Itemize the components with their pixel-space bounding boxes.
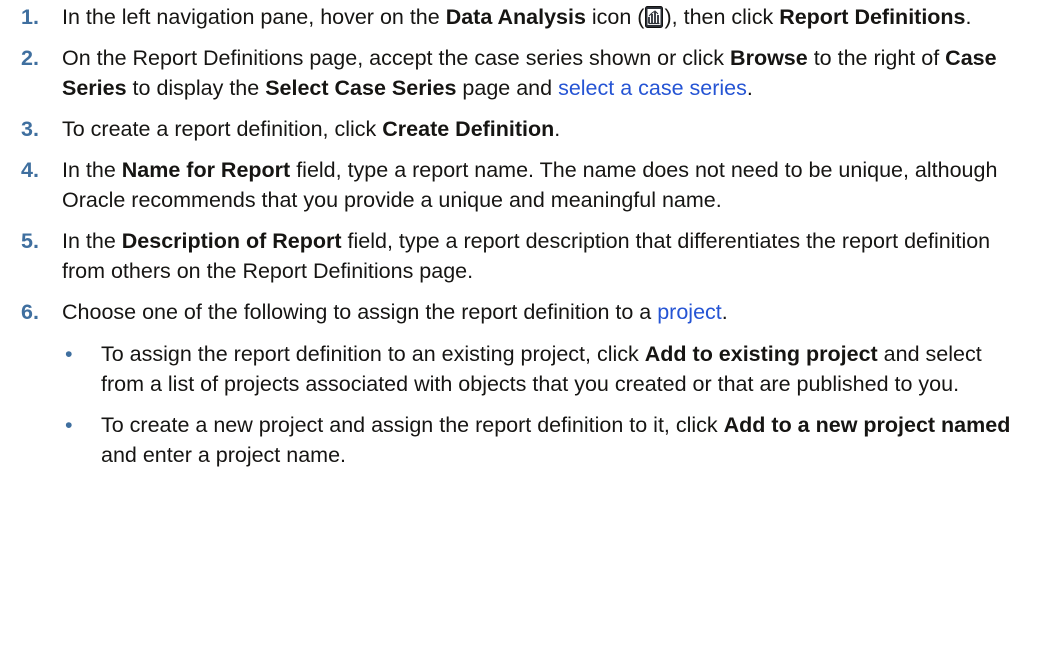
- step-text: In the Name for Report field, type a rep…: [62, 158, 998, 212]
- option-list: • To assign the report definition to an …: [62, 339, 1029, 470]
- bullet-text: To assign the report definition to an ex…: [101, 342, 982, 396]
- select-case-series-link[interactable]: select a case series: [558, 76, 747, 100]
- step-6: 6. Choose one of the following to assign…: [0, 297, 1039, 481]
- data-analysis-icon: [645, 6, 664, 28]
- select-case-series-label: Select Case Series: [265, 76, 457, 100]
- list-item: • To assign the report definition to an …: [62, 339, 1029, 399]
- step-2: 2. On the Report Definitions page, accep…: [0, 43, 1039, 103]
- step-4: 4. In the Name for Report field, type a …: [0, 155, 1039, 215]
- project-link[interactable]: project: [657, 300, 722, 324]
- add-to-new-project-label: Add to a new project named: [723, 413, 1011, 437]
- step-text: On the Report Definitions page, accept t…: [62, 46, 997, 100]
- add-to-existing-project-label: Add to existing project: [644, 342, 878, 366]
- step-3: 3. To create a report definition, click …: [0, 114, 1039, 144]
- step-number: 4.: [21, 158, 39, 182]
- list-item: • To create a new project and assign the…: [62, 410, 1029, 470]
- report-definitions-label: Report Definitions: [779, 5, 966, 29]
- bullet-text: To create a new project and assign the r…: [101, 413, 1011, 467]
- step-number: 1.: [21, 5, 39, 29]
- procedure-steps: 1. In the left navigation pane, hover on…: [0, 0, 1039, 481]
- step-number: 2.: [21, 46, 39, 70]
- bullet-marker: •: [65, 342, 73, 366]
- step-text: To create a report definition, click Cre…: [62, 117, 561, 141]
- step-text: Choose one of the following to assign th…: [62, 297, 1039, 481]
- data-analysis-label: Data Analysis: [445, 5, 586, 29]
- step-1: 1. In the left navigation pane, hover on…: [0, 2, 1039, 32]
- step-number: 3.: [21, 117, 39, 141]
- step-number: 5.: [21, 229, 39, 253]
- step-text: In the Description of Report field, type…: [62, 229, 991, 283]
- browse-label: Browse: [730, 46, 808, 70]
- description-of-report-label: Description of Report: [121, 229, 342, 253]
- name-for-report-label: Name for Report: [121, 158, 291, 182]
- step-text: In the left navigation pane, hover on th…: [62, 5, 972, 29]
- bullet-marker: •: [65, 413, 73, 437]
- step-number: 6.: [21, 300, 39, 324]
- create-definition-label: Create Definition: [382, 117, 555, 141]
- step-5: 5. In the Description of Report field, t…: [0, 226, 1039, 286]
